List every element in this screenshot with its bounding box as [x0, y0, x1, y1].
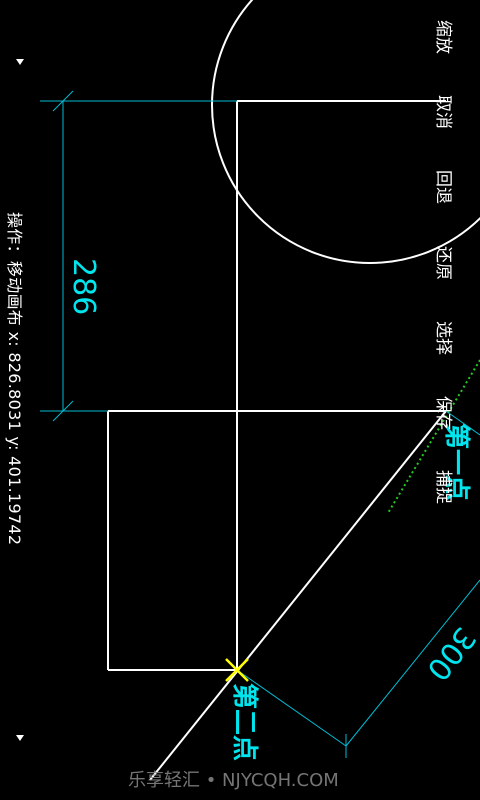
status-readout: 操作：移动画布 x: 826.8031 y: 401.19742: [5, 212, 24, 546]
dimension-300-label: 300: [419, 620, 480, 687]
select-button[interactable]: 选择: [433, 321, 458, 355]
drawing-canvas[interactable]: 286 300 第一点 第二点: [0, 0, 480, 800]
undo-button[interactable]: 回退: [433, 170, 458, 204]
geometry-lines[interactable]: [107, 100, 447, 781]
top-indicator-icon: [15, 57, 25, 67]
snap-button[interactable]: 捕捉: [433, 470, 458, 504]
dimension-vertical: [40, 90, 237, 422]
bottom-indicator-icon: [15, 733, 25, 743]
zoom-button[interactable]: 缩放: [433, 20, 458, 54]
cancel-button[interactable]: 取消: [433, 95, 458, 129]
save-button[interactable]: 保存: [433, 396, 458, 430]
redo-button[interactable]: 还原: [433, 246, 458, 280]
watermark-text: 乐享轻汇 • NJYCQH.COM: [128, 770, 339, 791]
dimension-286-label: 286: [66, 258, 101, 315]
second-point-label: 第二点: [229, 683, 260, 761]
